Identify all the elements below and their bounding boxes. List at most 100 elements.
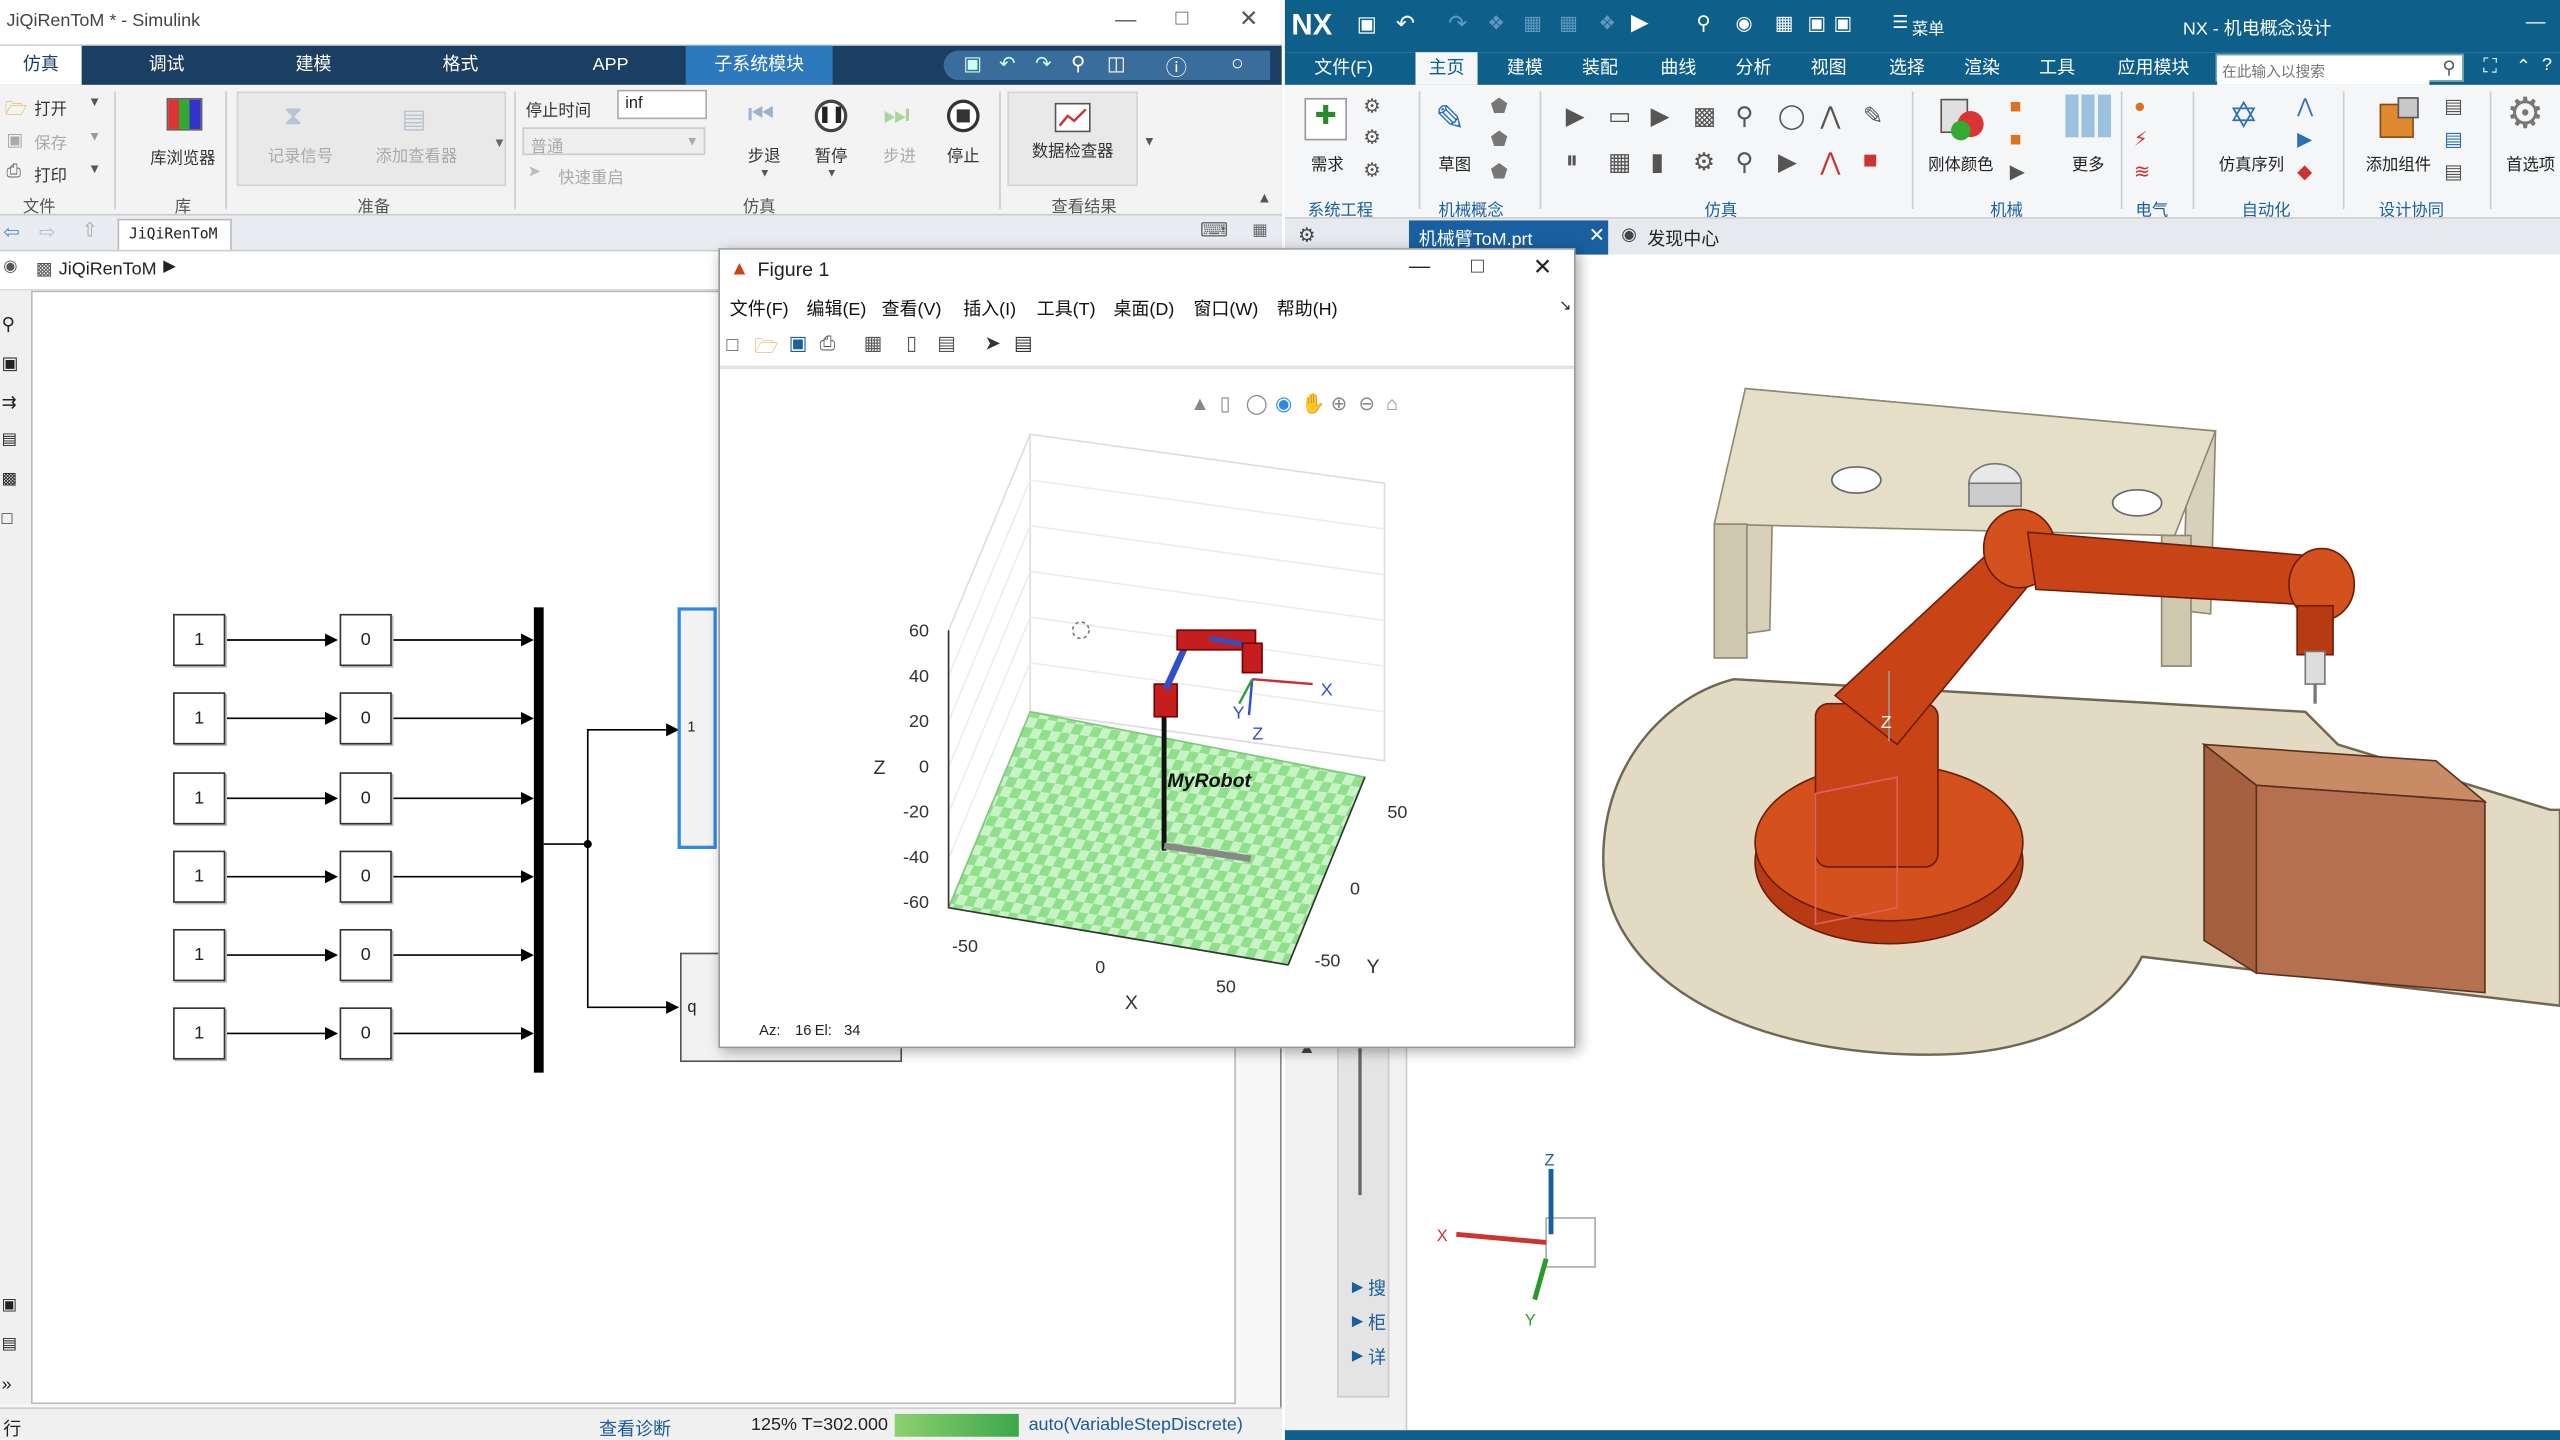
pointer-icon[interactable]: ➤ bbox=[984, 331, 1000, 354]
legend-icon[interactable]: ▤ bbox=[937, 331, 956, 354]
breadcrumb-model[interactable]: JiQiRenToM bbox=[59, 260, 157, 280]
chevron-down-icon[interactable]: ▼ bbox=[493, 136, 506, 151]
minimize-icon[interactable]: — bbox=[1115, 7, 1136, 31]
section-simulation[interactable]: 仿真 bbox=[1704, 196, 1737, 220]
library-browser-button[interactable]: 库浏览器 bbox=[150, 144, 215, 168]
stop-icon[interactable] bbox=[946, 99, 980, 133]
nx-menu-item[interactable]: 应用模块 bbox=[2118, 52, 2190, 85]
tool-icon[interactable]: ⚙ bbox=[1363, 126, 1381, 149]
simulation-tool-icon[interactable]: ■ bbox=[1863, 147, 1878, 175]
add-viewer-button[interactable]: 添加查看器 bbox=[376, 142, 458, 167]
layout-icon[interactable]: ▦ bbox=[1775, 11, 1794, 34]
gain-block[interactable]: 0 bbox=[339, 613, 392, 667]
requirements-button[interactable]: 需求 bbox=[1311, 150, 1344, 175]
gain-block[interactable]: 0 bbox=[339, 1007, 392, 1060]
collapse-icon[interactable]: ▲ bbox=[1257, 189, 1272, 205]
chevron-right-icon[interactable]: ▶ bbox=[1352, 1313, 1363, 1331]
expand-icon[interactable]: » bbox=[2, 1375, 12, 1395]
requirements-icon[interactable]: ✚ bbox=[1304, 97, 1347, 141]
microphone-icon[interactable]: ⚲ bbox=[1696, 11, 1710, 34]
constant-block[interactable]: 1 bbox=[173, 692, 226, 745]
tab-modeling[interactable]: 建模 bbox=[274, 46, 352, 85]
view-icon[interactable]: ◉ bbox=[1736, 11, 1753, 34]
more-gallery-icon[interactable] bbox=[2065, 94, 2112, 138]
simulation-tool-icon[interactable]: ▮ bbox=[1651, 147, 1664, 177]
nx-menu-item[interactable]: 主页 bbox=[1415, 52, 1478, 85]
nx-menu-item[interactable]: 视图 bbox=[1811, 52, 1847, 85]
electrical-icon[interactable]: ≋ bbox=[2134, 160, 2150, 183]
step-back-button[interactable]: 步退 bbox=[748, 142, 781, 167]
chevron-down-icon[interactable]: ▼ bbox=[1143, 134, 1156, 149]
forward-icon[interactable]: ⇨ bbox=[39, 220, 55, 243]
camera-icon[interactable]: ▣ bbox=[2, 1296, 17, 1314]
collab-icon[interactable]: ▤ bbox=[2444, 160, 2463, 183]
save-icon[interactable]: ▣ bbox=[1357, 11, 1377, 37]
menu-window[interactable]: 窗口(W) bbox=[1193, 296, 1258, 322]
open-icon[interactable]: 🗁 bbox=[754, 331, 778, 365]
nx-3d-viewport[interactable]: Z X Z Y bbox=[1407, 254, 2560, 1431]
collab-icon[interactable]: ▤ bbox=[2444, 95, 2463, 118]
gear-icon[interactable]: ⚙ bbox=[2506, 88, 2544, 139]
open-button[interactable]: 打开 bbox=[34, 95, 67, 119]
simulation-tool-icon[interactable]: ▶ bbox=[1566, 101, 1585, 131]
nx-menu-item[interactable]: 文件(F) bbox=[1314, 52, 1373, 85]
save-button[interactable]: 保存 bbox=[34, 129, 67, 154]
fast-restart-toggle[interactable]: 快速重启 bbox=[558, 163, 623, 188]
tool-icon[interactable]: ⚙ bbox=[1363, 158, 1381, 181]
link-plot-icon[interactable]: ▦ bbox=[864, 331, 883, 354]
gain-block[interactable]: 0 bbox=[339, 772, 392, 825]
toolbar-icon[interactable]: ▦ bbox=[1523, 11, 1542, 34]
library-browser-icon[interactable] bbox=[166, 97, 203, 131]
tab-simulation[interactable]: 仿真 bbox=[0, 45, 82, 85]
fullscreen-icon[interactable]: ⛶ bbox=[2483, 54, 2497, 78]
property-icon[interactable]: ▤ bbox=[2, 1336, 17, 1354]
gear-icon[interactable]: ⚙ bbox=[1298, 224, 1316, 247]
preferences-button[interactable]: 首选项 bbox=[2506, 150, 2555, 175]
constant-block[interactable]: 1 bbox=[173, 613, 226, 667]
section-mech-concept[interactable]: 机械概念 bbox=[1438, 196, 1503, 220]
collapse-icon[interactable]: ⌃ bbox=[2516, 56, 2531, 77]
arrow-icon[interactable]: ⇉ bbox=[2, 392, 17, 413]
simulation-tool-icon[interactable]: ⏸ bbox=[1566, 147, 1578, 175]
signal-icon[interactable]: ▶ bbox=[2297, 127, 2312, 150]
pause-icon[interactable]: ❚❚ bbox=[814, 99, 848, 133]
fit-view-icon[interactable]: ▣ bbox=[2, 353, 19, 374]
shape-icon[interactable]: ⬟ bbox=[1491, 160, 1508, 183]
collapse-ribbon-icon[interactable]: ○ bbox=[1231, 51, 1244, 75]
side-item-search[interactable]: 搜 bbox=[1368, 1275, 1386, 1301]
menu-file[interactable]: 文件(F) bbox=[730, 296, 789, 322]
menu-tools[interactable]: 工具(T) bbox=[1037, 296, 1096, 322]
play-icon[interactable]: ▶ bbox=[1631, 8, 1649, 36]
stop-button[interactable]: 停止 bbox=[947, 142, 980, 167]
search-box[interactable]: ⚲ bbox=[2215, 53, 2464, 85]
nx-menu-item[interactable]: 建模 bbox=[1507, 52, 1543, 85]
sketch-icon[interactable]: ✎ bbox=[1435, 98, 1465, 140]
chevron-down-icon[interactable]: ▼ bbox=[88, 129, 101, 144]
search-input[interactable] bbox=[2217, 59, 2430, 85]
pause-button[interactable]: 暂停 bbox=[815, 142, 848, 167]
close-icon[interactable]: ✕ bbox=[1589, 224, 1605, 247]
nx-menu-item[interactable]: 工具 bbox=[2039, 52, 2075, 85]
step-back-icon[interactable]: ⏮ bbox=[748, 98, 774, 132]
new-figure-icon[interactable]: □ bbox=[727, 333, 739, 356]
simulation-tool-icon[interactable]: ⋀ bbox=[1820, 101, 1840, 131]
hide-browser-icon[interactable]: ◉ bbox=[3, 258, 17, 276]
help-icon[interactable]: ? bbox=[2542, 56, 2552, 76]
electrical-icon[interactable]: ● bbox=[2134, 95, 2146, 118]
simulation-tool-icon[interactable]: ⋀ bbox=[1820, 147, 1840, 177]
maximize-icon[interactable]: □ bbox=[1176, 5, 1189, 29]
panel-icon[interactable]: ▦ bbox=[1252, 222, 1267, 240]
close-icon[interactable]: ✕ bbox=[1533, 253, 1552, 281]
part-icon[interactable]: ▶ bbox=[2010, 160, 2025, 183]
solver-link[interactable]: auto(VariableStepDiscrete) bbox=[1029, 1416, 1243, 1436]
simulation-tool-icon[interactable]: ▦ bbox=[1608, 147, 1631, 177]
signal-icon[interactable]: ⋀ bbox=[2297, 95, 2313, 118]
constant-block[interactable]: 1 bbox=[173, 850, 226, 903]
simulation-tool-icon[interactable]: ⚲ bbox=[1736, 147, 1754, 177]
save-icon[interactable]: ▣ bbox=[789, 331, 808, 354]
menu-edit[interactable]: 编辑(E) bbox=[807, 296, 867, 322]
undo-icon[interactable]: ↶ bbox=[999, 52, 1015, 75]
sim-sequence-button[interactable]: 仿真序列 bbox=[2219, 150, 2284, 175]
window-menu-icon[interactable]: ▣ bbox=[1833, 11, 1852, 34]
add-component-button[interactable]: 添加组件 bbox=[2366, 150, 2431, 175]
